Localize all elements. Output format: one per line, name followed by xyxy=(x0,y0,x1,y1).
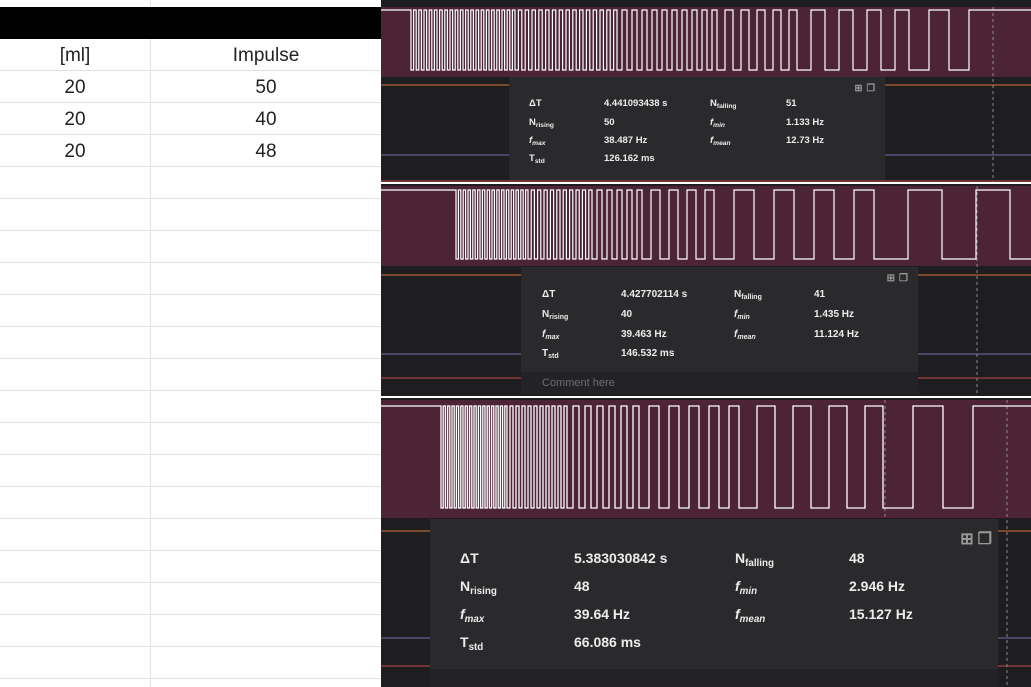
row-divider xyxy=(0,422,381,423)
analyzer-panel-2[interactable]: ⊞ ❐ ΔT 4.427702114 s Nfalling 41 Nrising … xyxy=(381,184,1031,396)
f-mean-value: 12.73 Hz xyxy=(786,135,825,146)
table-cell[interactable]: 50 xyxy=(151,72,381,103)
n-falling-label: Nfalling xyxy=(734,289,762,301)
delta-t-label: ΔT xyxy=(529,98,542,109)
n-falling-label: Nfalling xyxy=(735,550,774,569)
row-divider xyxy=(0,358,381,359)
expand-icon[interactable]: ⊞ xyxy=(855,83,863,94)
n-rising-label: Nrising xyxy=(542,309,569,321)
comment-input[interactable]: Comment here xyxy=(521,372,918,394)
t-std-value: 126.162 ms xyxy=(604,153,655,164)
row-divider xyxy=(0,614,381,615)
f-min-label: fmin xyxy=(710,117,725,129)
f-min-value: 2.946 Hz xyxy=(849,578,906,594)
popup-icons: ⊞ ❐ xyxy=(956,529,992,549)
frozen-header-band xyxy=(0,7,381,39)
row-divider xyxy=(0,198,381,199)
table-cell[interactable]: 20 xyxy=(0,72,150,103)
copy-icon[interactable]: ❐ xyxy=(899,273,908,284)
n-rising-value: 40 xyxy=(621,309,633,320)
comment-area[interactable] xyxy=(430,669,998,687)
n-rising-label: Nrising xyxy=(460,578,497,597)
t-std-label: Tstd xyxy=(542,348,559,360)
header-cell-impulse[interactable]: Impulse xyxy=(151,40,381,71)
measurement-popup: ⊞ ❐ ΔT 4.441093438 s Nfalling 51 Nrising … xyxy=(509,77,885,180)
row-divider xyxy=(0,230,381,231)
measurement-popup: ⊞ ❐ ΔT 4.427702114 s Nfalling 41 Nrising … xyxy=(521,267,918,394)
popup-icons: ⊞ ❐ xyxy=(851,83,876,94)
delta-t-label: ΔT xyxy=(460,550,479,566)
measurement-popup: ⊞ ❐ ΔT 5.383030842 s Nfalling 48 Nrising … xyxy=(430,519,998,687)
f-min-label: fmin xyxy=(734,309,750,321)
spreadsheet: [ml] Impulse 20 50 20 40 20 48 xyxy=(0,0,381,687)
f-max-label: fmax xyxy=(460,606,485,625)
delta-t-value: 4.441093438 s xyxy=(604,98,668,109)
table-cell[interactable]: 20 xyxy=(0,104,150,135)
table-cell[interactable]: 40 xyxy=(151,104,381,135)
n-rising-value: 50 xyxy=(604,117,615,128)
row-divider xyxy=(0,454,381,455)
row-divider xyxy=(0,678,381,679)
t-std-value: 66.086 ms xyxy=(574,634,641,650)
table-cell[interactable]: 20 xyxy=(0,136,150,167)
analyzer-panel-3[interactable]: ⊞ ❐ ΔT 5.383030842 s Nfalling 48 Nrising … xyxy=(381,398,1031,687)
n-falling-value: 51 xyxy=(786,98,797,109)
n-rising-label: Nrising xyxy=(529,117,554,129)
f-max-label: fmax xyxy=(529,135,546,147)
row-divider xyxy=(0,262,381,263)
f-mean-label: fmean xyxy=(710,135,731,147)
row-divider xyxy=(0,390,381,391)
expand-icon[interactable]: ⊞ xyxy=(887,273,895,284)
analyzer-panel-1[interactable]: ⊞ ❐ ΔT 4.441093438 s Nfalling 51 Nrising … xyxy=(381,0,1031,182)
copy-icon[interactable]: ❐ xyxy=(866,83,875,94)
f-mean-value: 15.127 Hz xyxy=(849,606,913,622)
row-divider xyxy=(0,646,381,647)
n-rising-value: 48 xyxy=(574,578,590,594)
row-divider xyxy=(0,518,381,519)
n-falling-value: 48 xyxy=(849,550,865,566)
f-max-label: fmax xyxy=(542,329,560,341)
f-min-label: fmin xyxy=(735,578,758,597)
expand-icon[interactable]: ⊞ xyxy=(960,529,973,549)
n-falling-label: Nfalling xyxy=(710,98,737,110)
header-cell-ml[interactable]: [ml] xyxy=(0,40,150,71)
row-divider xyxy=(0,550,381,551)
delta-t-value: 4.427702114 s xyxy=(621,289,688,300)
f-max-value: 38.487 Hz xyxy=(604,135,648,146)
f-max-value: 39.64 Hz xyxy=(574,606,631,622)
f-max-value: 39.463 Hz xyxy=(621,329,667,340)
delta-t-value: 5.383030842 s xyxy=(574,550,668,566)
f-min-value: 1.435 Hz xyxy=(814,309,855,320)
f-mean-label: fmean xyxy=(735,606,766,625)
delta-t-label: ΔT xyxy=(542,289,556,300)
t-std-value: 146.532 ms xyxy=(621,348,675,359)
f-mean-value: 11.124 Hz xyxy=(814,329,860,340)
row-divider xyxy=(0,486,381,487)
t-std-label: Tstd xyxy=(529,153,545,165)
n-falling-value: 41 xyxy=(814,289,826,300)
popup-icons: ⊞ ❐ xyxy=(883,273,908,284)
copy-icon[interactable]: ❐ xyxy=(978,529,992,549)
row-divider xyxy=(0,326,381,327)
row-divider xyxy=(0,294,381,295)
f-min-value: 1.133 Hz xyxy=(786,117,825,128)
row-divider xyxy=(0,582,381,583)
t-std-label: Tstd xyxy=(460,634,484,653)
table-cell[interactable]: 48 xyxy=(151,136,381,167)
f-mean-label: fmean xyxy=(734,329,756,341)
